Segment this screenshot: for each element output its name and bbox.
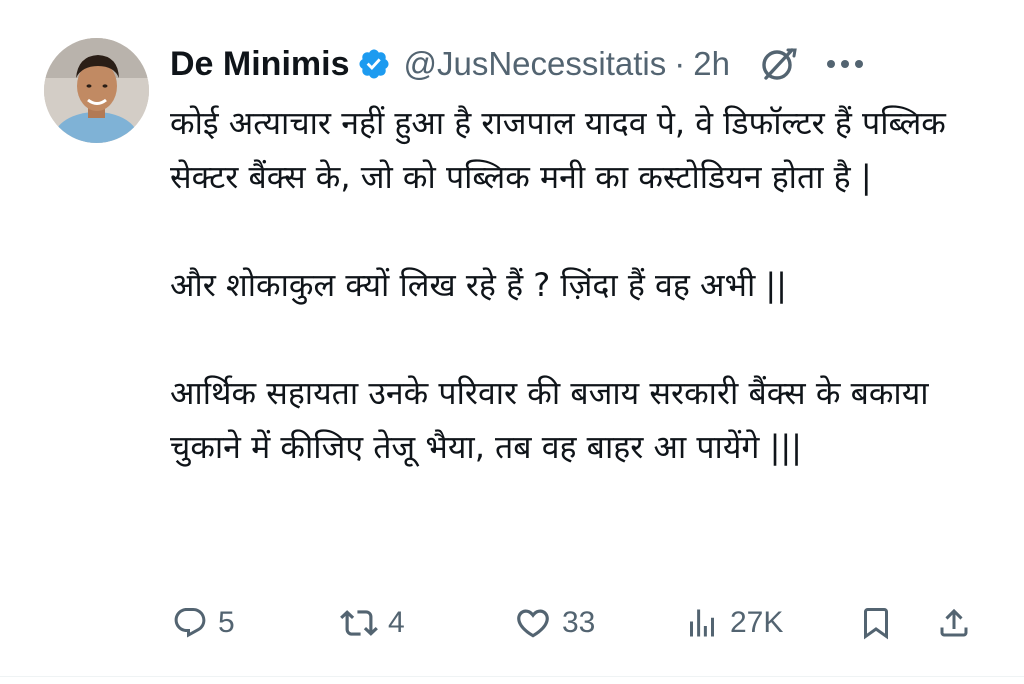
tweet-paragraph: आर्थिक सहायता उनके परिवार की बजाय सरकारी… [170,374,929,466]
heart-icon [517,609,549,638]
bookmark-button[interactable] [858,598,894,648]
grok-icon[interactable] [756,42,800,86]
repost-count: 4 [388,606,405,639]
reply-button[interactable]: 5 [172,598,235,648]
like-button[interactable]: 33 [514,598,595,648]
bookmark-icon [864,608,888,640]
tweet-paragraph: और शोकाकुल क्यों लिख रहे हैं ? ज़िंदा है… [170,266,787,304]
share-button[interactable] [936,598,972,648]
share-icon [940,608,968,637]
reply-icon [174,608,206,638]
avatar[interactable] [44,38,149,143]
repost-button[interactable]: 4 [340,598,405,648]
views-button[interactable]: 27K [684,598,783,648]
more-options-icon[interactable] [822,42,868,86]
divider [0,676,1024,677]
like-count: 33 [562,606,596,639]
action-bar: 5 4 33 27K [170,598,990,648]
tweet-paragraph: कोई अत्याचार नहीं हुआ है राजपाल यादव पे,… [170,104,946,196]
author-handle[interactable]: @JusNecessitatis [403,45,666,83]
author-name[interactable]: De Minimis [170,45,349,84]
reply-count: 5 [218,606,235,639]
repost-icon [340,610,378,636]
views-icon [690,609,714,637]
separator-dot: · [674,45,686,82]
verified-badge-icon[interactable] [357,47,391,81]
tweet-text: कोई अत्याचार नहीं हुआ है राजपाल यादव पे,… [170,96,980,474]
tweet-header: De Minimis @JusNecessitatis · 2h [170,40,984,88]
timestamp[interactable]: 2h [693,45,730,83]
views-count: 27K [730,606,784,639]
